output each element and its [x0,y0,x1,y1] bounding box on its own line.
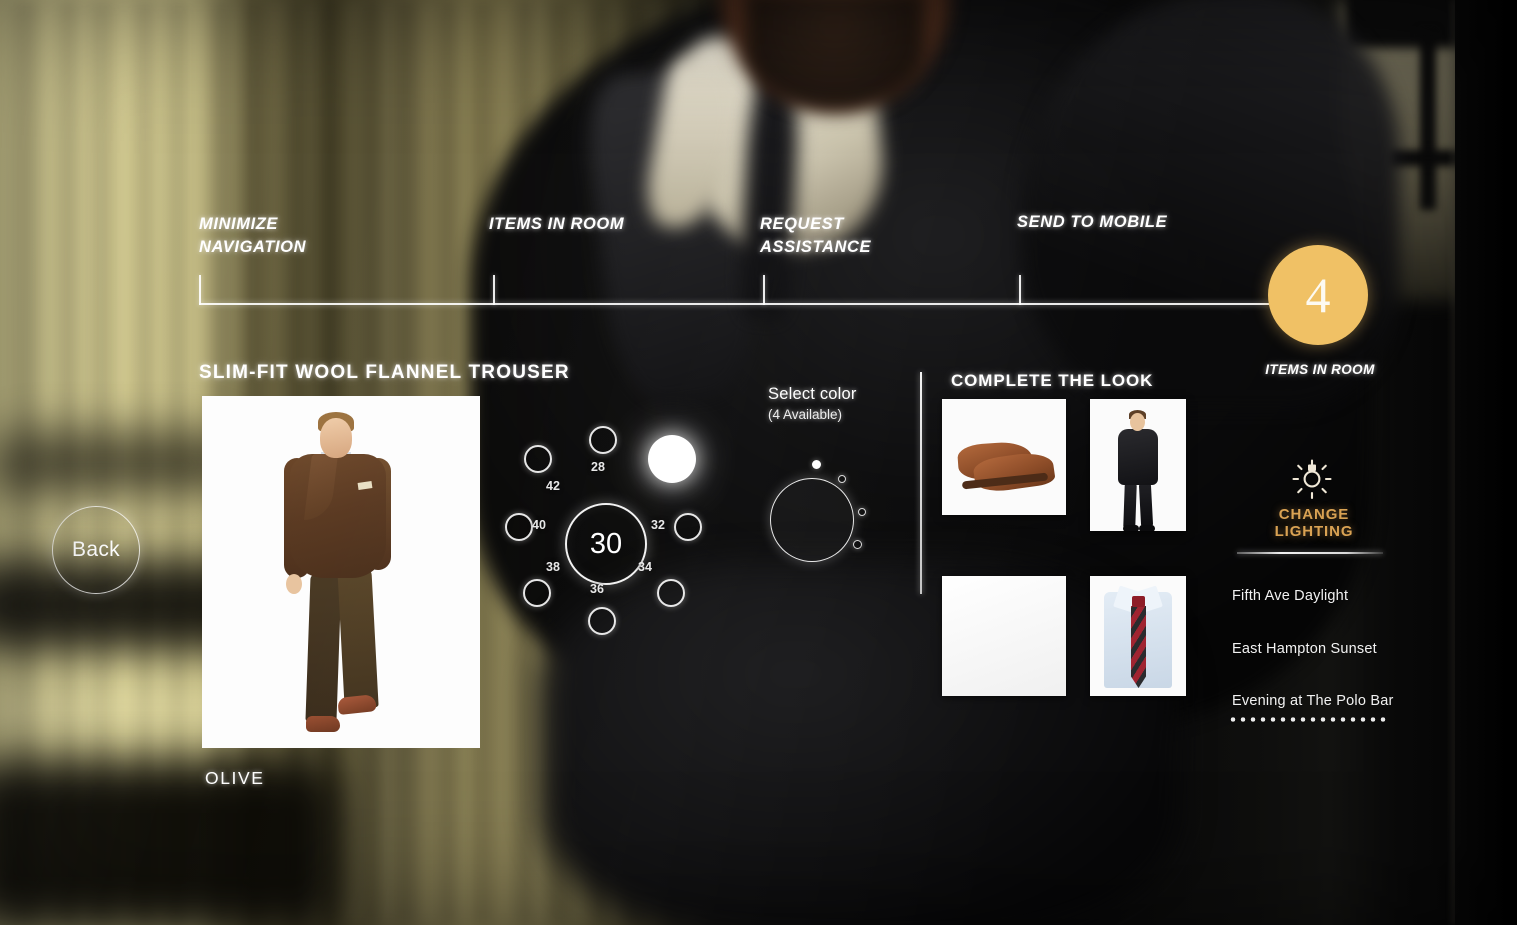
items-in-room-caption: ITEMS IN ROOM [1265,362,1375,377]
nav-tick-send [1019,275,1021,305]
size-option-40[interactable] [505,513,533,541]
nav-label-line1: REQUEST [760,215,844,233]
size-option-label-38: 38 [546,560,560,574]
nav-label-line1: MINIMIZE [199,215,279,233]
product-title: SLIM-FIT WOOL FLANNEL TROUSER [199,362,570,383]
color-option-1[interactable] [812,460,821,469]
complete-the-look-title: COMPLETE THE LOOK [951,371,1154,390]
size-option-42[interactable] [524,445,552,473]
color-selector-subtitle: (4 Available) [768,407,843,422]
product-color-name: OLIVE [205,768,265,788]
nav-rail [199,303,1269,305]
nav-label-line1: SEND TO MOBILE [1017,213,1168,231]
items-in-room-badge[interactable]: 4 [1268,245,1368,345]
nav-tick-minimize [199,275,201,305]
model-shoe-left [306,716,340,732]
items-in-room-count: 4 [1305,267,1331,323]
smart-mirror-scene: MINIMIZE NAVIGATION ITEMS IN ROOM REQUES… [0,0,1517,925]
size-option-38[interactable] [523,579,551,607]
model-leg-left [305,573,342,723]
size-option-28[interactable] [589,426,617,454]
product-photo[interactable] [202,396,480,748]
size-option-label-40: 40 [532,518,546,532]
model-shoe-right [337,694,377,715]
nav-label-line1: ITEMS IN ROOM [489,215,625,233]
color-selector-title: Select color [768,385,857,403]
size-option-label-42: 42 [546,479,560,493]
color-selector-header: Select color (4 Available) [768,385,938,422]
nav-label-line2: ASSISTANCE [760,238,872,256]
nav-tick-request [763,275,765,305]
user-pointing-hand [600,470,1517,925]
nav-label-line2: NAVIGATION [199,238,307,256]
nav-tick-items [493,275,495,305]
back-button-label: Back [72,538,120,561]
model-head [320,418,352,458]
suit-model-head [1130,413,1145,431]
model-leg-right [337,567,379,709]
back-button[interactable]: Back [52,506,140,594]
model-hand-left [286,574,302,594]
